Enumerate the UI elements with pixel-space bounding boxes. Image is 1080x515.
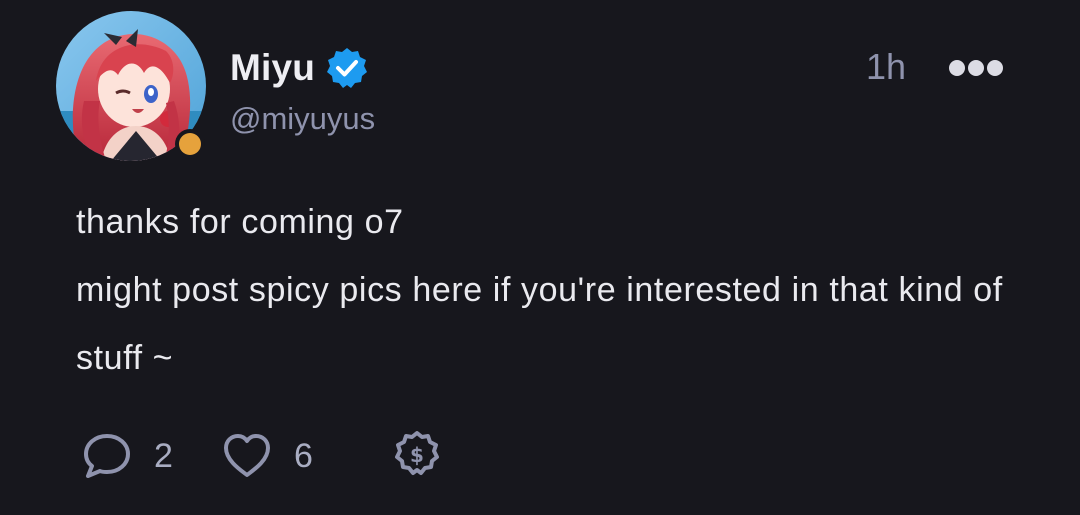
post-timestamp[interactable]: 1h — [866, 46, 906, 88]
post-content: thanks for coming o7 might post spicy pi… — [76, 188, 1036, 392]
like-count: 6 — [294, 436, 313, 475]
tip-button[interactable]: $ — [390, 428, 444, 484]
reply-button[interactable]: 2 — [80, 428, 220, 484]
like-button[interactable]: 6 — [220, 428, 390, 484]
dollar-badge-icon: $ — [395, 431, 439, 475]
speech-bubble-icon — [84, 434, 130, 478]
post-content-line: might post spicy pics here if you're int… — [76, 271, 1003, 377]
author-handle[interactable]: @miyuyus — [230, 101, 375, 137]
ellipsis-icon[interactable] — [948, 57, 1004, 79]
svg-text:$: $ — [410, 443, 424, 467]
author-name-row[interactable]: Miyu — [230, 44, 369, 92]
status-dot — [179, 133, 201, 155]
status-indicator — [175, 129, 205, 159]
avatar[interactable] — [56, 11, 206, 161]
verified-badge-icon — [327, 48, 368, 88]
reply-count: 2 — [154, 436, 173, 475]
heart-icon — [224, 434, 270, 477]
author-display-name[interactable]: Miyu — [230, 47, 315, 89]
post-actions: 2 6 $ — [80, 428, 444, 484]
post-content-line: thanks for coming o7 — [76, 203, 404, 241]
post-card[interactable]: Miyu @miyuyus 1h thanks for coming o7 mi… — [0, 0, 1080, 515]
